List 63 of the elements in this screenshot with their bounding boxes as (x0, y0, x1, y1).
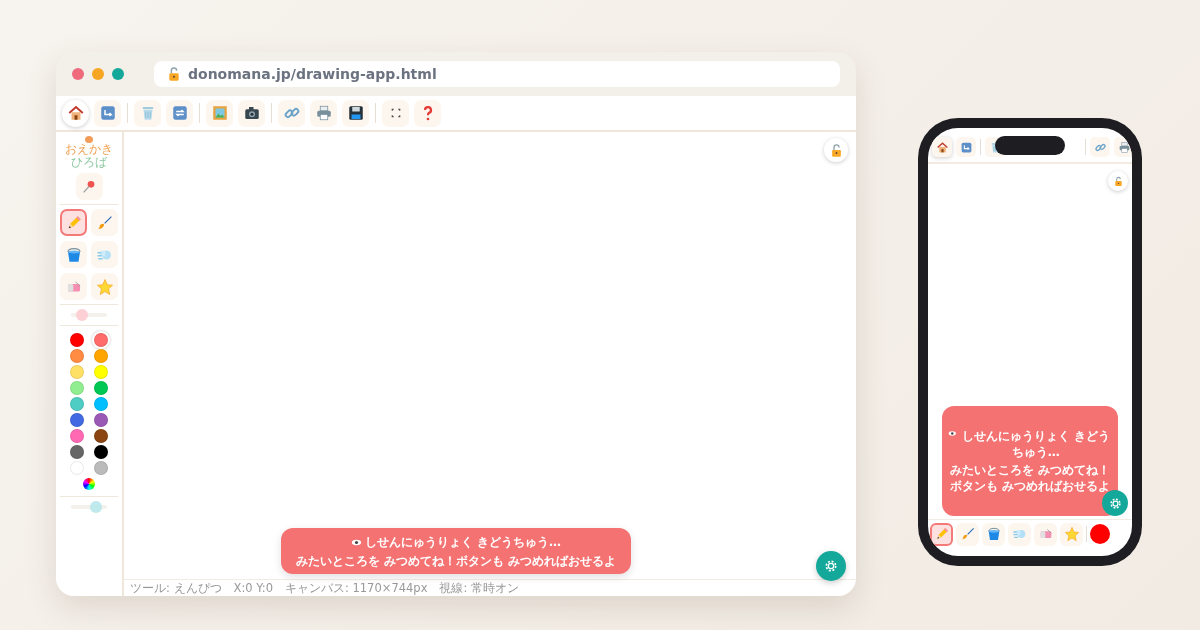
settings-button[interactable] (816, 551, 846, 581)
star-icon (95, 277, 114, 296)
refresh-icon (170, 104, 189, 122)
camera-icon (242, 104, 261, 122)
color-swatch[interactable] (70, 381, 84, 395)
status-text: X:0 Y:0 (233, 581, 273, 595)
url-text: donomana.jp/drawing-app.html (188, 66, 437, 82)
color-swatch[interactable] (70, 413, 84, 427)
color-swatch[interactable] (94, 349, 108, 363)
printer-icon (314, 104, 333, 122)
tool-button[interactable] (1114, 137, 1132, 157)
star-icon (1063, 526, 1080, 542)
bucket-icon (64, 245, 83, 264)
color-swatch[interactable] (94, 461, 108, 475)
color-swatch[interactable] (70, 349, 84, 363)
slider-thumb[interactable] (75, 309, 88, 321)
color-swatch[interactable] (94, 429, 108, 443)
framed-picture-icon (210, 104, 229, 122)
color-swatch[interactable] (70, 429, 84, 443)
color-swatch[interactable] (94, 333, 108, 347)
color-swatch[interactable] (70, 397, 84, 411)
color-picker-button[interactable] (83, 478, 95, 490)
settings-icon (1107, 495, 1123, 511)
color-swatch[interactable] (94, 445, 108, 459)
color-swatch[interactable] (94, 381, 108, 395)
logo-text: おえかき (65, 143, 113, 156)
toast-message: みたいところを みつめてね！ボタンも みつめればおせるよ (296, 553, 616, 569)
status-text: 視線: 常時オン (439, 580, 519, 596)
color-swatch[interactable] (70, 445, 84, 459)
undo-icon (98, 104, 117, 122)
bucket-icon (985, 526, 1002, 542)
tool-button[interactable] (342, 99, 369, 127)
home-icon (66, 104, 85, 122)
slider-thumb[interactable] (90, 501, 103, 513)
status-text: ツール: えんぴつ (130, 580, 222, 596)
eye-icon (948, 428, 957, 439)
camera-notch (995, 136, 1065, 155)
printer-icon (1117, 140, 1131, 154)
color-swatch[interactable] (94, 397, 108, 411)
address-bar[interactable]: donomana.jp/drawing-app.html (154, 61, 840, 87)
tool-button[interactable] (930, 522, 953, 546)
minimize-dot[interactable] (92, 68, 104, 80)
color-swatch[interactable] (70, 333, 84, 347)
status-text: キャンバス: 1170×744px (284, 580, 428, 596)
undo-icon (959, 140, 973, 154)
toast-title: しせんにゅうりょく きどうちゅう… (364, 533, 562, 551)
color-swatch[interactable] (70, 365, 84, 379)
drawing-canvas[interactable] (124, 132, 856, 579)
open-padlock-icon (1112, 175, 1124, 187)
maximize-dot[interactable] (112, 68, 124, 80)
settings-icon (823, 558, 839, 574)
settings-button[interactable] (1102, 490, 1128, 516)
toast-message: みたいところを みつめてね！ボタンも みつめればおせるよ (949, 462, 1111, 494)
home-icon (935, 140, 949, 154)
logo-text: ひろば (71, 156, 107, 169)
color-swatch[interactable] (94, 413, 108, 427)
tool-button[interactable] (932, 137, 952, 157)
tool-button[interactable] (238, 99, 265, 127)
pushpin-icon (81, 178, 97, 195)
color-swatch[interactable] (1090, 524, 1110, 544)
close-dot[interactable] (72, 68, 84, 80)
toast-title: しせんにゅうりょく きどうちゅう… (960, 428, 1111, 460)
color-swatch[interactable] (94, 365, 108, 379)
